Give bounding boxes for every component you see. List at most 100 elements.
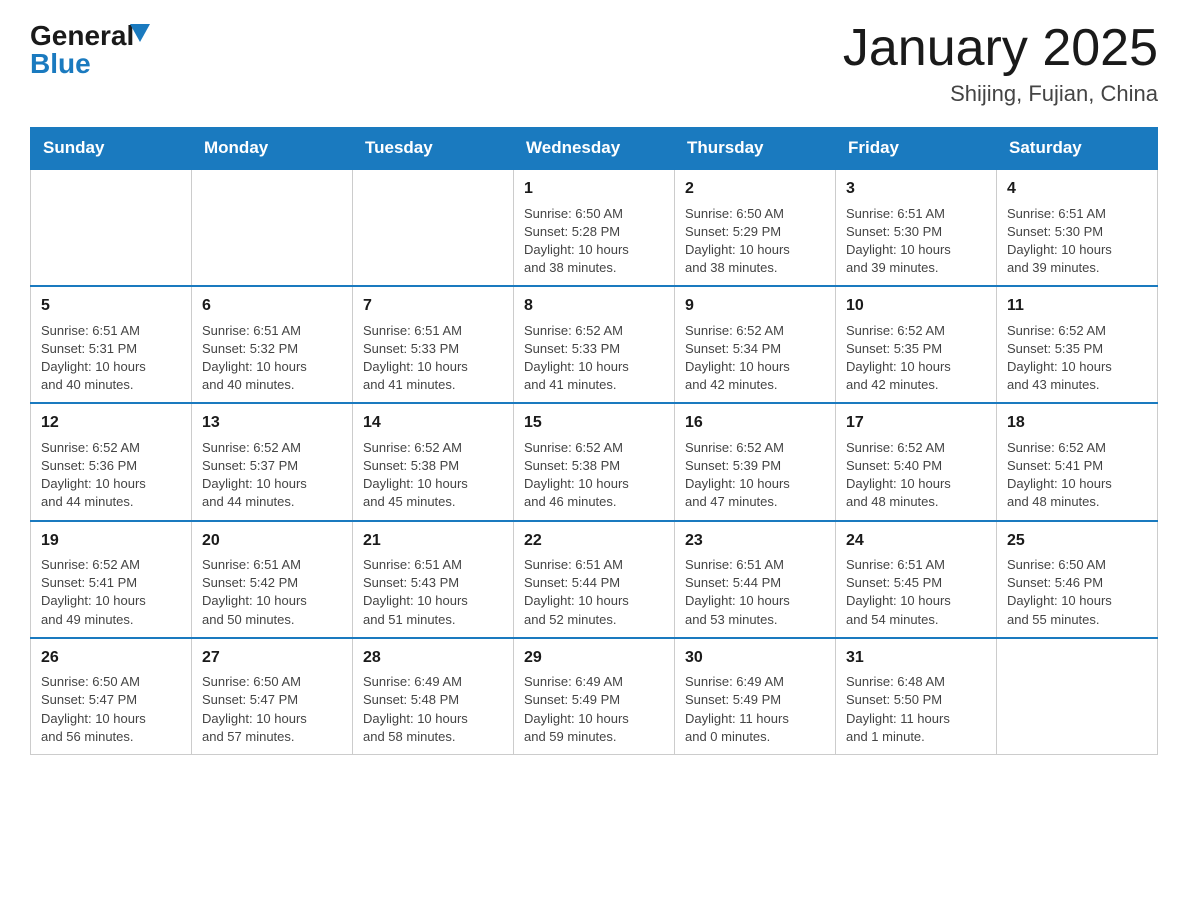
day-number: 15	[524, 412, 664, 434]
day-info: Sunrise: 6:51 AM Sunset: 5:44 PM Dayligh…	[685, 556, 825, 629]
calendar-day-header: Wednesday	[514, 128, 675, 170]
calendar-week-row: 19Sunrise: 6:52 AM Sunset: 5:41 PM Dayli…	[31, 521, 1158, 638]
title-section: January 2025 Shijing, Fujian, China	[843, 20, 1158, 107]
day-info: Sunrise: 6:49 AM Sunset: 5:48 PM Dayligh…	[363, 673, 503, 746]
day-info: Sunrise: 6:52 AM Sunset: 5:36 PM Dayligh…	[41, 439, 181, 512]
day-number: 1	[524, 178, 664, 200]
calendar-day-header: Tuesday	[353, 128, 514, 170]
day-number: 8	[524, 295, 664, 317]
calendar-header-row: SundayMondayTuesdayWednesdayThursdayFrid…	[31, 128, 1158, 170]
location-text: Shijing, Fujian, China	[843, 81, 1158, 107]
day-info: Sunrise: 6:52 AM Sunset: 5:38 PM Dayligh…	[524, 439, 664, 512]
day-number: 14	[363, 412, 503, 434]
calendar-day-cell: 22Sunrise: 6:51 AM Sunset: 5:44 PM Dayli…	[514, 521, 675, 638]
calendar-week-row: 5Sunrise: 6:51 AM Sunset: 5:31 PM Daylig…	[31, 286, 1158, 403]
calendar-day-cell: 10Sunrise: 6:52 AM Sunset: 5:35 PM Dayli…	[836, 286, 997, 403]
calendar-day-cell: 21 Sunrise: 6:51 AM Sunset: 5:43 PM Dayli…	[353, 521, 514, 638]
day-info: Sunrise: 6:52 AM Sunset: 5:39 PM Dayligh…	[685, 439, 825, 512]
day-info: Sunrise: 6:51 AM Sunset: 5:30 PM Dayligh…	[1007, 205, 1147, 278]
calendar-day-cell: 23 Sunrise: 6:51 AM Sunset: 5:44 PM Dayli…	[675, 521, 836, 638]
day-info: Sunrise: 6:49 AM Sunset: 5:49 PM Dayligh…	[524, 673, 664, 746]
calendar-day-cell: 14 Sunrise: 6:52 AM Sunset: 5:38 PM Dayli…	[353, 403, 514, 520]
calendar-day-cell: 8 Sunrise: 6:52 AM Sunset: 5:33 PM Daylig…	[514, 286, 675, 403]
day-number: 19	[41, 530, 181, 552]
calendar-day-cell: 7Sunrise: 6:51 AM Sunset: 5:33 PM Daylig…	[353, 286, 514, 403]
day-info: Sunrise: 6:52 AM Sunset: 5:40 PM Dayligh…	[846, 439, 986, 512]
calendar-day-cell: 26Sunrise: 6:50 AM Sunset: 5:47 PM Dayli…	[31, 638, 192, 755]
day-info: Sunrise: 6:51 AM Sunset: 5:30 PM Dayligh…	[846, 205, 986, 278]
calendar-week-row: 1 Sunrise: 6:50 AM Sunset: 5:28 PM Daylig…	[31, 169, 1158, 286]
calendar-day-cell: 4 Sunrise: 6:51 AM Sunset: 5:30 PM Daylig…	[997, 169, 1158, 286]
day-info: Sunrise: 6:52 AM Sunset: 5:33 PM Dayligh…	[524, 322, 664, 395]
day-number: 24	[846, 530, 986, 552]
calendar-day-cell: 6 Sunrise: 6:51 AM Sunset: 5:32 PM Daylig…	[192, 286, 353, 403]
day-info: Sunrise: 6:50 AM Sunset: 5:29 PM Dayligh…	[685, 205, 825, 278]
calendar-day-header: Friday	[836, 128, 997, 170]
calendar-day-header: Saturday	[997, 128, 1158, 170]
calendar-day-cell: 27Sunrise: 6:50 AM Sunset: 5:47 PM Dayli…	[192, 638, 353, 755]
calendar-day-cell: 28 Sunrise: 6:49 AM Sunset: 5:48 PM Dayli…	[353, 638, 514, 755]
calendar-day-cell: 30 Sunrise: 6:49 AM Sunset: 5:49 PM Dayli…	[675, 638, 836, 755]
day-info: Sunrise: 6:52 AM Sunset: 5:34 PM Dayligh…	[685, 322, 825, 395]
calendar-day-cell: 20 Sunrise: 6:51 AM Sunset: 5:42 PM Dayli…	[192, 521, 353, 638]
day-number: 11	[1007, 295, 1147, 317]
logo-triangle-icon	[130, 24, 150, 42]
day-info: Sunrise: 6:49 AM Sunset: 5:49 PM Dayligh…	[685, 673, 825, 746]
day-info: Sunrise: 6:51 AM Sunset: 5:43 PM Dayligh…	[363, 556, 503, 629]
day-info: Sunrise: 6:51 AM Sunset: 5:42 PM Dayligh…	[202, 556, 342, 629]
day-info: Sunrise: 6:50 AM Sunset: 5:47 PM Dayligh…	[41, 673, 181, 746]
logo: General Blue	[30, 20, 150, 80]
day-info: Sunrise: 6:51 AM Sunset: 5:32 PM Dayligh…	[202, 322, 342, 395]
calendar-day-header: Monday	[192, 128, 353, 170]
day-number: 6	[202, 295, 342, 317]
day-info: Sunrise: 6:52 AM Sunset: 5:35 PM Dayligh…	[1007, 322, 1147, 395]
day-number: 5	[41, 295, 181, 317]
calendar-day-cell: 2 Sunrise: 6:50 AM Sunset: 5:29 PM Daylig…	[675, 169, 836, 286]
calendar-day-cell: 5Sunrise: 6:51 AM Sunset: 5:31 PM Daylig…	[31, 286, 192, 403]
calendar-day-cell: 19Sunrise: 6:52 AM Sunset: 5:41 PM Dayli…	[31, 521, 192, 638]
day-number: 31	[846, 647, 986, 669]
day-number: 10	[846, 295, 986, 317]
calendar-day-cell: 3 Sunrise: 6:51 AM Sunset: 5:30 PM Daylig…	[836, 169, 997, 286]
day-number: 12	[41, 412, 181, 434]
day-number: 13	[202, 412, 342, 434]
day-number: 16	[685, 412, 825, 434]
day-info: Sunrise: 6:52 AM Sunset: 5:37 PM Dayligh…	[202, 439, 342, 512]
calendar-day-cell	[192, 169, 353, 286]
calendar-table: SundayMondayTuesdayWednesdayThursdayFrid…	[30, 127, 1158, 755]
day-info: Sunrise: 6:52 AM Sunset: 5:41 PM Dayligh…	[1007, 439, 1147, 512]
day-number: 30	[685, 647, 825, 669]
day-number: 4	[1007, 178, 1147, 200]
calendar-day-cell: 29Sunrise: 6:49 AM Sunset: 5:49 PM Dayli…	[514, 638, 675, 755]
page-header: General Blue January 2025 Shijing, Fujia…	[30, 20, 1158, 107]
day-number: 23	[685, 530, 825, 552]
day-info: Sunrise: 6:51 AM Sunset: 5:44 PM Dayligh…	[524, 556, 664, 629]
day-info: Sunrise: 6:50 AM Sunset: 5:28 PM Dayligh…	[524, 205, 664, 278]
day-number: 9	[685, 295, 825, 317]
day-info: Sunrise: 6:51 AM Sunset: 5:33 PM Dayligh…	[363, 322, 503, 395]
day-number: 17	[846, 412, 986, 434]
calendar-day-cell: 17 Sunrise: 6:52 AM Sunset: 5:40 PM Dayli…	[836, 403, 997, 520]
day-info: Sunrise: 6:50 AM Sunset: 5:47 PM Dayligh…	[202, 673, 342, 746]
day-number: 28	[363, 647, 503, 669]
calendar-day-cell: 18 Sunrise: 6:52 AM Sunset: 5:41 PM Dayli…	[997, 403, 1158, 520]
calendar-day-cell: 15 Sunrise: 6:52 AM Sunset: 5:38 PM Dayli…	[514, 403, 675, 520]
day-info: Sunrise: 6:52 AM Sunset: 5:38 PM Dayligh…	[363, 439, 503, 512]
day-number: 3	[846, 178, 986, 200]
calendar-day-cell: 11 Sunrise: 6:52 AM Sunset: 5:35 PM Dayli…	[997, 286, 1158, 403]
day-info: Sunrise: 6:48 AM Sunset: 5:50 PM Dayligh…	[846, 673, 986, 746]
day-number: 21	[363, 530, 503, 552]
day-number: 2	[685, 178, 825, 200]
month-title: January 2025	[843, 20, 1158, 77]
day-number: 18	[1007, 412, 1147, 434]
calendar-day-cell: 13 Sunrise: 6:52 AM Sunset: 5:37 PM Dayli…	[192, 403, 353, 520]
day-info: Sunrise: 6:51 AM Sunset: 5:45 PM Dayligh…	[846, 556, 986, 629]
calendar-day-cell: 25Sunrise: 6:50 AM Sunset: 5:46 PM Dayli…	[997, 521, 1158, 638]
calendar-day-header: Sunday	[31, 128, 192, 170]
day-number: 20	[202, 530, 342, 552]
calendar-day-cell: 9 Sunrise: 6:52 AM Sunset: 5:34 PM Daylig…	[675, 286, 836, 403]
calendar-day-header: Thursday	[675, 128, 836, 170]
day-info: Sunrise: 6:50 AM Sunset: 5:46 PM Dayligh…	[1007, 556, 1147, 629]
logo-blue-text: Blue	[30, 48, 91, 80]
calendar-week-row: 26Sunrise: 6:50 AM Sunset: 5:47 PM Dayli…	[31, 638, 1158, 755]
